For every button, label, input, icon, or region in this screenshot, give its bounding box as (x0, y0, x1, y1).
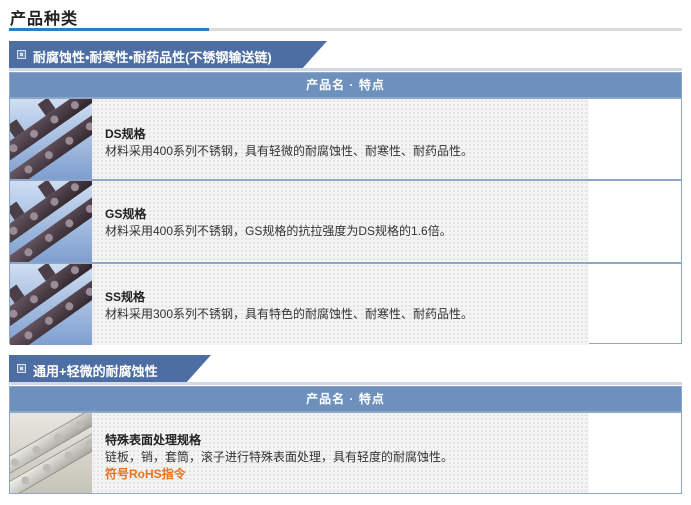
product-name: SS规格 (105, 290, 146, 304)
square-bullet-icon (17, 50, 26, 59)
product-name: GS规格 (105, 207, 147, 221)
product-row-gs[interactable]: GS规格 材料采用400系列不锈钢，GS规格的抗拉强度为DS规格的1.6倍。 (10, 179, 681, 262)
dark-chain-image (10, 181, 92, 262)
product-table-stainless: 产品名 · 特点 DS规格 材料采用400系列不锈钢，具有轻微的耐腐蚀性、耐寒性… (9, 72, 682, 345)
product-description: 材料采用300系列不锈钢，具有特色的耐腐蚀性、耐寒性、耐药品性。 (105, 307, 474, 321)
table-header: 产品名 · 特点 (10, 73, 681, 97)
product-row-ss[interactable]: SS规格 材料采用300系列不锈钢，具有特色的耐腐蚀性、耐寒性、耐药品性。 (10, 262, 681, 345)
page-title: 产品种类 (10, 11, 79, 28)
product-name: DS规格 (105, 127, 146, 141)
title-divider (9, 28, 682, 31)
product-row-ds[interactable]: DS规格 材料采用400系列不锈钢，具有轻微的耐腐蚀性、耐寒性、耐药品性。 (10, 97, 681, 179)
title-accent-bar (9, 28, 209, 31)
product-table-general: 产品名 · 特点 特殊表面处理规格 链板，销，套筒，滚子进行特殊表面处理，具有轻… (9, 386, 682, 494)
product-name: 特殊表面处理规格 (105, 433, 202, 447)
section-heading: 通用+轻微的耐腐蚀性 (33, 364, 158, 379)
section-heading: 耐腐蚀性•耐寒性•耐药品性(不锈钢输送链) (33, 50, 272, 65)
product-description: 材料采用400系列不锈钢，GS规格的抗拉强度为DS规格的1.6倍。 (105, 224, 452, 238)
dark-chain-image (10, 99, 92, 179)
product-row-surface-treatment[interactable]: 特殊表面处理规格 链板，销，套筒，滚子进行特殊表面处理，具有轻度的耐腐蚀性。 符… (10, 411, 681, 493)
square-bullet-icon (17, 364, 26, 373)
product-description: 链板，销，套筒，滚子进行特殊表面处理，具有轻度的耐腐蚀性。 (105, 450, 454, 464)
dark-chain-image (10, 264, 92, 345)
rohs-note: 符号RoHS指令 (105, 467, 186, 481)
silver-chain-image (10, 413, 92, 493)
product-description: 材料采用400系列不锈钢，具有轻微的耐腐蚀性、耐寒性、耐药品性。 (105, 144, 474, 158)
table-header: 产品名 · 特点 (10, 387, 681, 411)
